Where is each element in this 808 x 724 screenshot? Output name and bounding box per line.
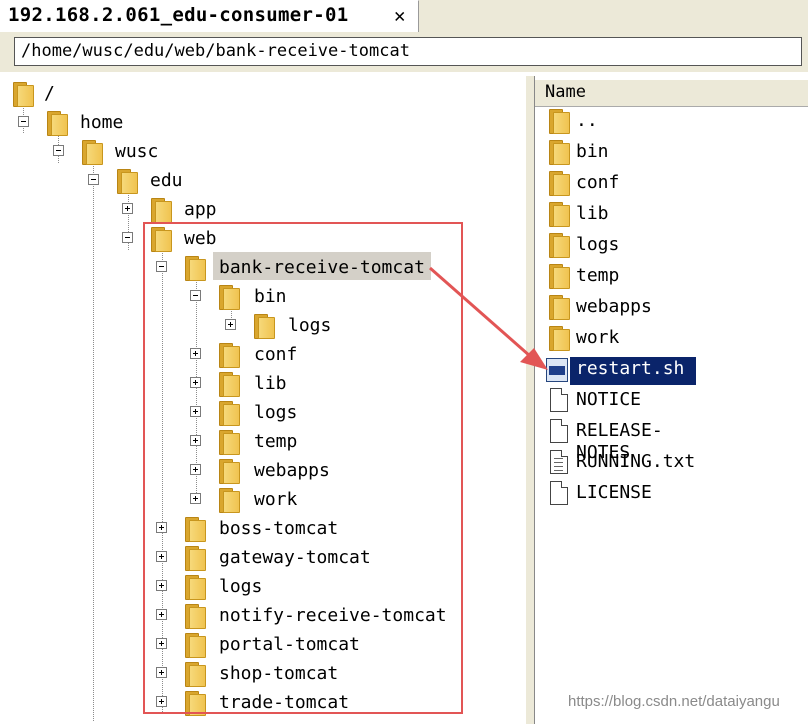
watermark: https://blog.csdn.net/dataiyangu [568,693,780,710]
annotation-arrow [429,266,548,370]
